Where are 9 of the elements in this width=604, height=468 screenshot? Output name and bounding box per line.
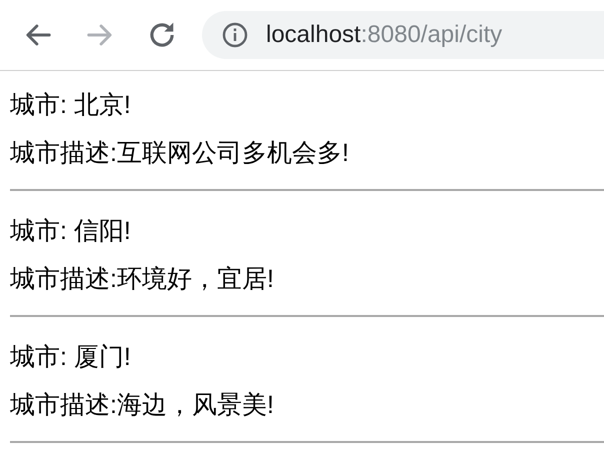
address-bar[interactable]: localhost:8080/api/city — [202, 11, 604, 59]
city-name: 城市: 信阳! — [10, 216, 132, 247]
city-description: 城市描述:环境好，宜居! — [10, 264, 275, 295]
city-description: 城市描述:互联网公司多机会多! — [10, 138, 350, 169]
city-description: 城市描述:海边，风景美! — [10, 390, 275, 421]
info-icon[interactable] — [222, 22, 248, 48]
url-text: localhost:8080/api/city — [266, 20, 502, 50]
city-name: 城市: 北京! — [10, 90, 132, 121]
city-name: 城市: 厦门! — [10, 342, 132, 373]
